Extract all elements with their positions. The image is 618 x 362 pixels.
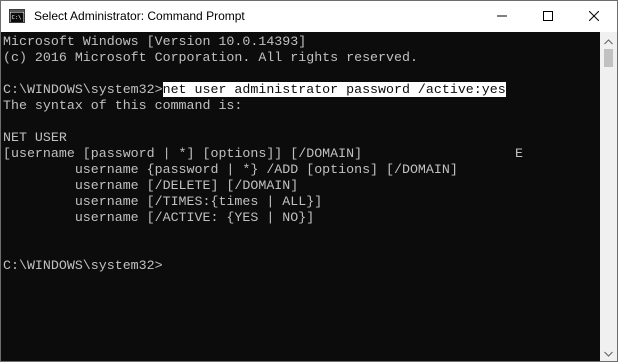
close-button[interactable]: [571, 1, 617, 32]
console-output[interactable]: Microsoft Windows [Version 10.0.14393] (…: [1, 32, 600, 361]
current-prompt: C:\WINDOWS\system32>: [3, 258, 163, 273]
vertical-scrollbar[interactable]: [600, 32, 617, 361]
title-bar[interactable]: C:\ Select Administrator: Command Prompt: [1, 1, 617, 32]
console-line: NET USER: [3, 130, 67, 145]
scroll-down-button[interactable]: [600, 344, 617, 361]
prompt: C:\WINDOWS\system32>: [3, 82, 163, 97]
svg-text:C:\: C:\: [12, 15, 22, 21]
console-line: username {password | *} /ADD [options] […: [3, 162, 458, 177]
scroll-up-button[interactable]: [600, 32, 617, 49]
cmd-icon[interactable]: C:\: [9, 8, 25, 24]
console-line: (c) 2016 Microsoft Corporation. All righ…: [3, 50, 418, 65]
console-line: The syntax of this command is:: [3, 98, 243, 113]
scroll-thumb[interactable]: [604, 49, 613, 67]
chevron-down-icon: [604, 344, 613, 362]
chevron-up-icon: [604, 32, 613, 50]
command-line: C:\WINDOWS\system32>net user administrat…: [3, 82, 506, 98]
close-icon: [588, 8, 600, 26]
maximize-icon: [543, 8, 553, 26]
minimize-button[interactable]: [479, 1, 525, 32]
console-line: username [/DELETE] [/DOMAIN]: [3, 178, 299, 193]
console-line: username [/ACTIVE: {YES | NO}]: [3, 210, 315, 225]
stray-character: E: [515, 146, 523, 161]
command-prompt-window: C:\ Select Administrator: Command Prompt…: [0, 0, 618, 362]
console-line: username [/TIMES:{times | ALL}]: [3, 194, 323, 209]
console-line: Microsoft Windows [Version 10.0.14393]: [3, 34, 307, 49]
console-line: [username [password | *] [options]] [/DO…: [3, 146, 363, 161]
minimize-icon: [497, 8, 507, 26]
maximize-button[interactable]: [525, 1, 571, 32]
selected-command-text[interactable]: net user administrator password /active:…: [162, 82, 506, 97]
window-title: Select Administrator: Command Prompt: [34, 9, 245, 23]
